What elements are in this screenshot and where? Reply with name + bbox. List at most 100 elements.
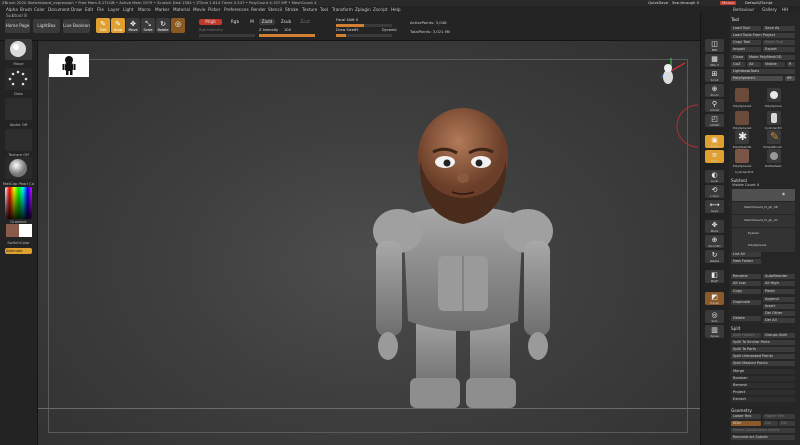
split-header[interactable]: Split [731,326,740,331]
rotate-mode-button[interactable]: ↻ Rotate [156,18,170,33]
see-through-slider[interactable]: See-through 0 [672,1,699,5]
lsym-button[interactable]: ⟲ L.Sym [705,185,724,198]
tool-thumb-2[interactable] [767,88,781,102]
mrgb-button[interactable]: Mrgb [199,19,222,25]
zoom-button[interactable]: ⊕ Zoom [705,84,724,97]
tool-thumb-8[interactable] [767,149,781,163]
character-model[interactable] [358,106,568,411]
export-button[interactable]: Export [763,47,795,52]
visible-button[interactable]: Visible [763,62,785,67]
switch-color-label[interactable]: SwitchColor [0,240,37,245]
menus-toggle-button[interactable]: Menus [720,1,737,5]
del-higher-button[interactable]: Del Higher [779,421,795,426]
texture-button[interactable] [5,129,32,151]
move-mode-button[interactable]: ✥ Move [126,18,140,33]
all-high-button[interactable]: All High [763,281,795,286]
subtool-row-5[interactable]: PolySphere1 [732,240,795,252]
subtool-row-4[interactable]: Eyehair [732,228,795,240]
paste-subtool-button[interactable]: Paste [763,289,795,294]
clone-button[interactable]: Clone [731,55,745,60]
new-folder-button[interactable]: New Folder [731,259,761,264]
edit-mode-button[interactable]: ✎ Edit [96,18,110,33]
save-as-button[interactable]: Save As [763,26,795,31]
secondary-color-swatch[interactable] [19,224,32,237]
all-low-button[interactable]: All Low [731,281,761,286]
all-button[interactable]: All [747,62,761,67]
make-polymesh-button[interactable]: Make PolyMesh3D [747,55,795,60]
eye-icon[interactable]: ◉ [782,192,785,196]
tool-thumb-1[interactable] [735,88,749,102]
brush-button[interactable] [5,39,32,60]
dynamic-toggle[interactable]: Dynamic [382,28,397,32]
bpr-button[interactable]: ◫ BPR [705,39,724,52]
scale-mode-button[interactable]: ⤡ Scale [141,18,155,33]
move-view-button[interactable]: ✥ Move [705,220,724,233]
draw-size-slider[interactable] [336,34,392,37]
higher-res-button[interactable]: Higher Res [763,414,795,419]
split-similar-button[interactable]: Split To Similar Parts [731,340,795,345]
rotate-view-button[interactable]: ↻ Rotate [705,250,724,263]
rename-button[interactable]: Rename [731,274,761,279]
del-other-button[interactable]: Del Other [763,311,795,316]
zcut-button[interactable]: Zcut [298,19,312,25]
default-zscript-button[interactable]: DefaultZScript [745,1,773,5]
m-button[interactable]: M [247,19,257,25]
visible-count-slider[interactable]: Visible Count 4 [732,183,759,187]
actual-button[interactable]: ⚲ Actual [705,99,724,112]
subtool-row-1[interactable]: ◉ [732,189,795,201]
load-tool-button[interactable]: Load Tool [731,26,761,31]
duplicate-button[interactable]: Duplicate [731,300,761,305]
orientation-gyro-icon[interactable] [655,55,691,91]
local-button[interactable]: ◐ Local [705,170,724,183]
gizmo-button[interactable]: ◎ [171,18,185,33]
stroke-button[interactable] [5,68,32,90]
split-parts-button[interactable]: Split To Parts [731,347,795,352]
quicksave-button[interactable]: QuickSave [648,1,668,5]
viewport[interactable] [38,41,700,445]
tool-thumb-4[interactable] [767,111,781,125]
z-intensity-slider[interactable] [259,34,315,37]
paste-tool-button[interactable]: Paste Tool [763,40,795,45]
lightbox-button[interactable]: LightBox [33,19,60,33]
load-tools-from-project-button[interactable]: Load Tools From Project [731,33,795,38]
tool-thumb-5[interactable]: ✱ [735,130,749,144]
reconstruct-subdiv-button[interactable]: Reconstruct Subdiv [731,435,795,440]
transp-button[interactable]: ◩ Transp [705,292,724,305]
persp-button[interactable]: ▣ Persp [705,135,724,148]
copy-subtool-button[interactable]: Copy [731,289,761,294]
tool-thumb-6[interactable]: ✎ [767,130,781,144]
gxyz-button[interactable]: ⟷ Gxyz [705,200,724,213]
project-section[interactable]: Project [731,390,795,395]
delete-button[interactable]: Delete [731,316,761,321]
subtool-row-3[interactable]: Sketchbeard_hi_gh_07 [732,215,795,227]
material-button[interactable] [5,157,32,179]
freeze-subdivision-button[interactable]: Freeze SubDivision Levels [731,428,795,433]
live-boolean-button[interactable]: Live Boolean [63,19,90,33]
rgb-button[interactable]: Rgb [227,19,243,25]
append-button[interactable]: Append [763,297,795,302]
zsub-button[interactable]: Zsub [278,19,294,25]
subtool-row-2[interactable]: Sketchbeard_hi_gh_08 [732,202,795,214]
groups-split-button[interactable]: Groups Split [763,333,795,338]
copy-tool-button[interactable]: Copy Tool [731,40,761,45]
document-canvas[interactable] [38,41,700,445]
auto-reorder-button[interactable]: AutoReorder [763,274,795,279]
list-all-button[interactable]: List All [731,252,761,257]
del-all-button[interactable]: Del All [763,318,795,323]
lower-res-button[interactable]: Lower Res [731,414,761,419]
tool-thumb-7[interactable] [735,149,749,163]
split-masked-button[interactable]: Split Masked Points [731,361,795,366]
scroll-button[interactable]: ⊞ Scroll [705,69,724,82]
xpose-button[interactable]: ▥ Xpose [705,325,724,338]
navigation-thumbnail[interactable] [49,54,89,77]
import-button[interactable]: Import [731,47,761,52]
geometry-header[interactable]: Geometry [731,408,752,413]
split-unmasked-button[interactable]: Split Unmasked Points [731,354,795,359]
spix-button[interactable]: ▦ SPix 3 [705,54,724,67]
alpha-button[interactable] [5,98,32,120]
merge-section[interactable]: Merge [731,369,795,374]
goz-button[interactable]: GoZ [731,62,745,67]
home-page-button[interactable]: Home Page [5,19,30,33]
aahalf-button[interactable]: ◰ AAHalf [705,114,724,127]
remesh-section[interactable]: Remesh [731,383,795,388]
